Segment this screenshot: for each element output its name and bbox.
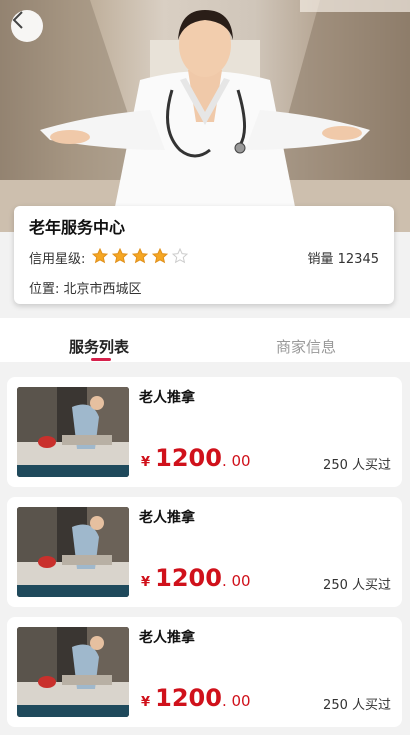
service-item[interactable]: 老人推拿 ¥ 1200. 00 250 人买过 bbox=[7, 497, 402, 607]
rating-label: 信用星级: bbox=[29, 252, 86, 267]
price-integer: 1200 bbox=[155, 684, 222, 712]
tab-active-indicator bbox=[91, 358, 111, 361]
tab-service-list[interactable]: 服务列表 bbox=[69, 336, 129, 357]
service-item[interactable]: 老人推拿 ¥ 1200. 00 250 人买过 bbox=[7, 617, 402, 727]
doctor-photo bbox=[0, 0, 410, 232]
chevron-left-icon bbox=[12, 11, 23, 29]
massage-photo bbox=[17, 627, 129, 717]
service-thumbnail bbox=[17, 507, 129, 597]
star-filled-icon bbox=[92, 248, 108, 264]
massage-photo bbox=[17, 507, 129, 597]
tab-merchant-info[interactable]: 商家信息 bbox=[276, 336, 336, 357]
star-filled-icon bbox=[152, 248, 168, 264]
buyer-count: 250 人买过 bbox=[323, 458, 391, 473]
back-button[interactable] bbox=[11, 10, 43, 42]
service-name: 老人推拿 bbox=[139, 390, 195, 406]
price-decimal: . 00 bbox=[221, 692, 251, 710]
price-integer: 1200 bbox=[155, 564, 222, 592]
service-price: ¥ 1200. 00 bbox=[141, 684, 251, 712]
tab-bar: 服务列表 商家信息 bbox=[0, 318, 410, 362]
buyer-count: 250 人买过 bbox=[323, 578, 391, 593]
star-filled-icon bbox=[132, 248, 148, 264]
rating-stars bbox=[92, 248, 188, 264]
shop-info-card: 老年服务中心 信用星级: 销量 12345 位置: 北京市西城区 bbox=[14, 206, 394, 304]
massage-photo bbox=[17, 387, 129, 477]
price-decimal: . 00 bbox=[221, 452, 251, 470]
star-empty-icon bbox=[172, 248, 188, 264]
shop-name: 老年服务中心 bbox=[29, 218, 126, 237]
currency-symbol: ¥ bbox=[141, 455, 151, 470]
service-name: 老人推拿 bbox=[139, 630, 195, 646]
buyer-count: 250 人买过 bbox=[323, 698, 391, 713]
service-thumbnail bbox=[17, 387, 129, 477]
price-integer: 1200 bbox=[155, 444, 222, 472]
service-thumbnail bbox=[17, 627, 129, 717]
star-filled-icon bbox=[112, 248, 128, 264]
service-price: ¥ 1200. 00 bbox=[141, 564, 251, 592]
currency-symbol: ¥ bbox=[141, 695, 151, 710]
sales-count: 销量 12345 bbox=[307, 252, 380, 267]
service-name: 老人推拿 bbox=[139, 510, 195, 526]
hero-banner bbox=[0, 0, 410, 232]
shop-location: 位置: 北京市西城区 bbox=[29, 282, 142, 297]
service-item[interactable]: 老人推拿 ¥ 1200. 00 250 人买过 bbox=[7, 377, 402, 487]
service-price: ¥ 1200. 00 bbox=[141, 444, 251, 472]
currency-symbol: ¥ bbox=[141, 575, 151, 590]
price-decimal: . 00 bbox=[221, 572, 251, 590]
